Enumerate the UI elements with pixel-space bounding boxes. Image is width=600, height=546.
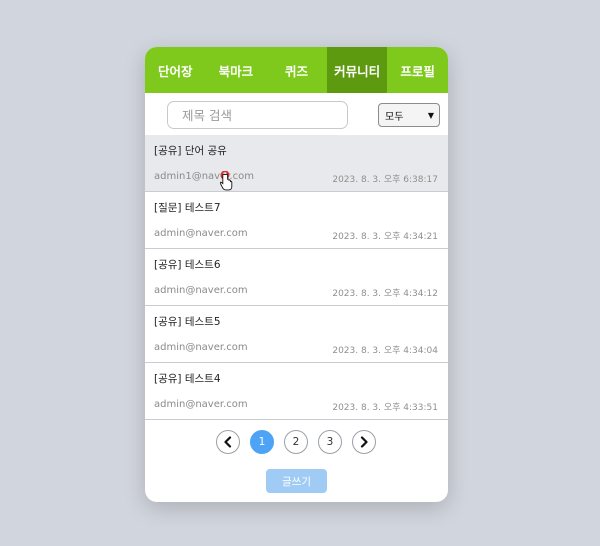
tab-profile[interactable]: 프로필 bbox=[387, 47, 448, 93]
post-title: [공유] 테스트6 bbox=[154, 259, 221, 271]
page-button-2[interactable]: 2 bbox=[284, 430, 308, 454]
post-item[interactable]: [공유] 테스트4 admin@naver.com 2023. 8. 3. 오후… bbox=[145, 363, 448, 420]
post-item[interactable]: [공유] 테스트6 admin@naver.com 2023. 8. 3. 오후… bbox=[145, 249, 448, 306]
next-page-button[interactable] bbox=[352, 430, 376, 454]
prev-page-button[interactable] bbox=[216, 430, 240, 454]
chevron-left-icon bbox=[224, 436, 232, 448]
page-button-3[interactable]: 3 bbox=[318, 430, 342, 454]
page-button-1[interactable]: 1 bbox=[250, 430, 274, 454]
chevron-right-icon bbox=[360, 436, 368, 448]
post-title: [질문] 테스트7 bbox=[154, 202, 221, 214]
tab-quiz[interactable]: 퀴즈 bbox=[266, 47, 327, 93]
category-filter-select[interactable]: 모두 ▼ bbox=[378, 103, 440, 127]
post-item[interactable]: [공유] 테스트5 admin@naver.com 2023. 8. 3. 오후… bbox=[145, 306, 448, 363]
post-list: [공유] 단어 공유 admin1@naver.com 2023. 8. 3. … bbox=[145, 135, 448, 420]
tab-bookmark[interactable]: 북마크 bbox=[206, 47, 267, 93]
chevron-down-icon: ▼ bbox=[427, 110, 434, 120]
post-title: [공유] 단어 공유 bbox=[154, 145, 227, 157]
post-title: [공유] 테스트4 bbox=[154, 373, 221, 385]
post-title: [공유] 테스트5 bbox=[154, 316, 221, 328]
tab-wordbook[interactable]: 단어장 bbox=[145, 47, 206, 93]
filter-selected-value: 모두 bbox=[385, 111, 404, 123]
post-date: 2023. 8. 3. 오후 4:33:51 bbox=[332, 403, 438, 413]
post-author: admin@naver.com bbox=[154, 399, 248, 410]
tab-community[interactable]: 커뮤니티 bbox=[326, 47, 388, 93]
post-author: admin@naver.com bbox=[154, 285, 248, 296]
post-date: 2023. 8. 3. 오후 4:34:12 bbox=[332, 289, 438, 299]
post-item[interactable]: [질문] 테스트7 admin@naver.com 2023. 8. 3. 오후… bbox=[145, 192, 448, 249]
post-item[interactable]: [공유] 단어 공유 admin1@naver.com 2023. 8. 3. … bbox=[145, 135, 448, 192]
post-author: admin@naver.com bbox=[154, 228, 248, 239]
post-author: admin1@naver.com bbox=[154, 171, 254, 182]
top-nav: 단어장 북마크 퀴즈 커뮤니티 프로필 bbox=[145, 47, 448, 93]
post-date: 2023. 8. 3. 오후 6:38:17 bbox=[332, 175, 438, 185]
post-author: admin@naver.com bbox=[154, 342, 248, 353]
post-date: 2023. 8. 3. 오후 4:34:21 bbox=[332, 232, 438, 242]
pagination: 1 2 3 bbox=[145, 420, 448, 460]
post-date: 2023. 8. 3. 오후 4:34:04 bbox=[332, 346, 438, 356]
search-input[interactable] bbox=[167, 101, 348, 129]
community-panel: 단어장 북마크 퀴즈 커뮤니티 프로필 모두 ▼ [공유] 단어 공유 admi… bbox=[145, 47, 448, 502]
search-bar: 모두 ▼ bbox=[145, 93, 448, 135]
write-post-button[interactable]: 글쓰기 bbox=[266, 469, 327, 493]
hand-pointer-cursor-icon bbox=[220, 171, 233, 191]
